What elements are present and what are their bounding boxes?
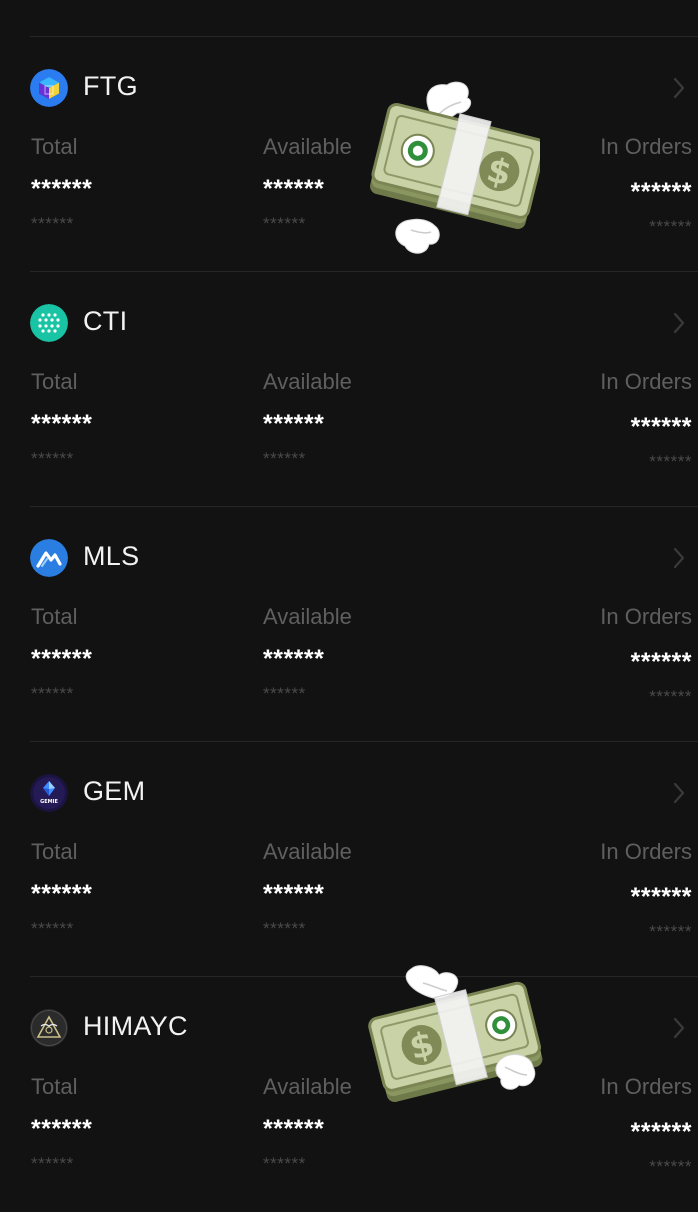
chevron-right-icon[interactable] bbox=[672, 781, 686, 805]
total-sub-value: ****** bbox=[31, 1154, 74, 1173]
in-orders-value: ****** bbox=[630, 413, 692, 441]
in-orders-sub-value: ****** bbox=[649, 922, 692, 941]
available-sub-value: ****** bbox=[263, 214, 306, 233]
in-orders-label: In Orders bbox=[600, 134, 692, 159]
available-label: Available bbox=[263, 134, 352, 159]
in-orders-value: ****** bbox=[630, 648, 692, 676]
total-value: ****** bbox=[31, 1115, 93, 1143]
chevron-right-icon[interactable] bbox=[672, 546, 686, 570]
available-value: ****** bbox=[263, 175, 325, 203]
asset-row-ftg[interactable]: FTG Total Available In Orders ****** ***… bbox=[0, 37, 698, 272]
in-orders-sub-value: ****** bbox=[649, 217, 692, 236]
asset-row-himayc[interactable]: HIMAYC Total Available In Orders ****** … bbox=[0, 977, 698, 1212]
asset-row-cti[interactable]: CTI Total Available In Orders ****** ***… bbox=[0, 272, 698, 507]
asset-name: HIMAYC bbox=[83, 1011, 188, 1041]
total-sub-value: ****** bbox=[31, 214, 74, 233]
available-value: ****** bbox=[263, 1115, 325, 1143]
in-orders-sub-value: ****** bbox=[649, 687, 692, 706]
available-sub-value: ****** bbox=[263, 684, 306, 703]
in-orders-value: ****** bbox=[630, 178, 692, 206]
asset-name: MLS bbox=[83, 541, 140, 571]
chevron-right-icon[interactable] bbox=[672, 1016, 686, 1040]
available-label: Available bbox=[263, 604, 352, 629]
available-value: ****** bbox=[263, 410, 325, 438]
in-orders-value: ****** bbox=[630, 883, 692, 911]
total-value: ****** bbox=[31, 880, 93, 908]
total-value: ****** bbox=[31, 410, 93, 438]
in-orders-sub-value: ****** bbox=[649, 1157, 692, 1176]
money-with-wings-icon: $ bbox=[363, 963, 543, 1103]
total-sub-value: ****** bbox=[31, 449, 74, 468]
total-label: Total bbox=[31, 604, 78, 629]
total-label: Total bbox=[31, 369, 78, 394]
in-orders-label: In Orders bbox=[600, 839, 692, 864]
asset-name: CTI bbox=[83, 306, 128, 336]
available-label: Available bbox=[263, 369, 352, 394]
svg-text:GEMIE: GEMIE bbox=[40, 799, 58, 805]
in-orders-label: In Orders bbox=[600, 1074, 692, 1099]
in-orders-sub-value: ****** bbox=[649, 452, 692, 471]
asset-row-gem[interactable]: GEMIE GEM Total Available In Orders ****… bbox=[0, 742, 698, 977]
available-value: ****** bbox=[263, 880, 325, 908]
available-sub-value: ****** bbox=[263, 449, 306, 468]
total-value: ****** bbox=[31, 645, 93, 673]
available-sub-value: ****** bbox=[263, 919, 306, 938]
money-with-wings-icon: $ bbox=[365, 80, 546, 260]
available-sub-value: ****** bbox=[263, 1154, 306, 1173]
total-sub-value: ****** bbox=[31, 919, 74, 938]
total-value: ****** bbox=[31, 175, 93, 203]
in-orders-label: In Orders bbox=[600, 369, 692, 394]
mls-logo-icon bbox=[30, 539, 68, 577]
in-orders-label: In Orders bbox=[600, 604, 692, 629]
chevron-right-icon[interactable] bbox=[672, 76, 686, 100]
available-label: Available bbox=[263, 839, 352, 864]
cti-dots-icon bbox=[30, 304, 68, 342]
chevron-right-icon[interactable] bbox=[672, 311, 686, 335]
himayc-logo-icon bbox=[30, 1009, 68, 1047]
gemie-logo-icon: GEMIE bbox=[30, 774, 68, 812]
total-sub-value: ****** bbox=[31, 684, 74, 703]
asset-row-mls[interactable]: MLS Total Available In Orders ****** ***… bbox=[0, 507, 698, 742]
available-label: Available bbox=[263, 1074, 352, 1099]
total-label: Total bbox=[31, 134, 78, 159]
in-orders-value: ****** bbox=[630, 1118, 692, 1146]
total-label: Total bbox=[31, 1074, 78, 1099]
ftg-cube-icon bbox=[30, 69, 68, 107]
asset-name: FTG bbox=[83, 71, 138, 101]
asset-name: GEM bbox=[83, 776, 146, 806]
total-label: Total bbox=[31, 839, 78, 864]
available-value: ****** bbox=[263, 645, 325, 673]
